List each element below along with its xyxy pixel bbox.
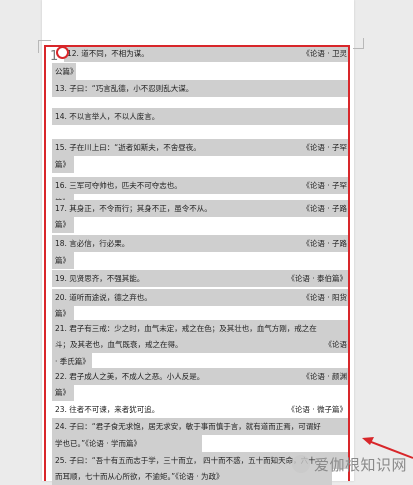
cursor-circle-marker [56,46,69,59]
selection-highlight-frame [44,45,350,481]
watermark-text: 爱伽根知识网 [314,455,408,474]
watermark-logo-icon [292,455,310,473]
watermark: 爱伽根知识网 [292,453,407,475]
